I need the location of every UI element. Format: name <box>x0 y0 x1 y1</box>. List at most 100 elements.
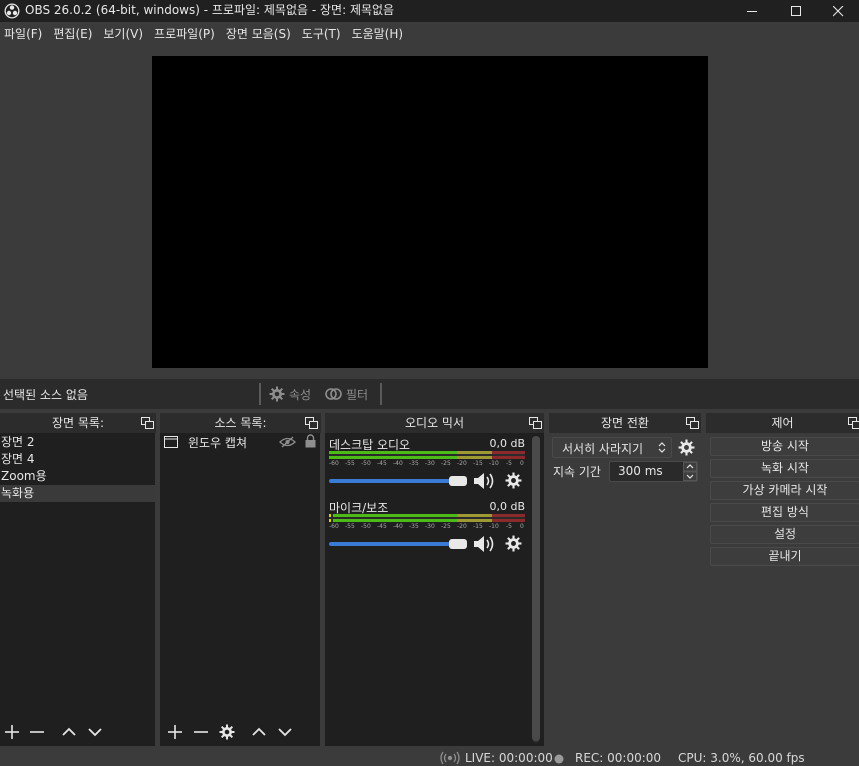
source-properties-button[interactable] <box>216 721 238 743</box>
gear-icon[interactable] <box>505 535 522 552</box>
meter-peak <box>329 519 331 522</box>
mixer-title: 오디오 믹서 <box>404 416 464 430</box>
scale-tick: -5 <box>506 523 512 530</box>
volume-slider-handle[interactable] <box>449 539 467 549</box>
remove-scene-button[interactable] <box>26 721 48 743</box>
exit-button[interactable]: 끝내기 <box>710 547 859 566</box>
menu-view[interactable]: 보기(V) <box>99 22 150 46</box>
move-source-up-button[interactable] <box>248 721 270 743</box>
gear-icon[interactable] <box>505 472 522 489</box>
sources-title: 소스 목록: <box>214 416 267 430</box>
cpu-status: CPU: 3.0%, 60.00 fps <box>678 751 805 765</box>
settings-button[interactable]: 설정 <box>710 525 859 544</box>
chevron-up-icon <box>252 727 266 736</box>
scale-tick: -50 <box>361 460 371 467</box>
move-source-down-button[interactable] <box>274 721 296 743</box>
scale-tick: -25 <box>441 460 451 467</box>
lock-icon[interactable] <box>305 434 316 448</box>
menu-file[interactable]: 파일(F) <box>0 22 49 46</box>
transition-select[interactable]: 서서히 사라지기 <box>552 437 672 458</box>
plus-icon <box>168 725 182 739</box>
meter-green <box>329 456 457 459</box>
meter-peak <box>329 514 331 517</box>
mixer-dock-title: 오디오 믹서 <box>325 413 544 433</box>
sources-list <box>160 433 320 719</box>
scale-tick: -40 <box>393 460 403 467</box>
volume-slider-track[interactable] <box>329 542 467 546</box>
float-dock-icon[interactable] <box>141 417 154 429</box>
scale-tick: -20 <box>457 523 467 530</box>
meter-yellow <box>457 519 492 522</box>
context-separator <box>259 383 261 405</box>
add-source-button[interactable] <box>164 721 186 743</box>
channel-db: 0,0 dB <box>489 500 525 513</box>
start-recording-button[interactable]: 녹화 시작 <box>710 459 859 478</box>
rec-status: REC: 00:00:00 <box>575 751 662 765</box>
remove-source-button[interactable] <box>190 721 212 743</box>
menu-edit[interactable]: 편집(E) <box>49 22 99 46</box>
transitions-dock-title: 장면 전환 <box>549 413 701 433</box>
meter-scale: -60 -55 -50 -45 -40 -35 -30 -25 -20 -15 … <box>329 460 529 468</box>
maximize-icon <box>790 5 801 16</box>
controls-title: 제어 <box>771 416 794 430</box>
mixer-scrollbar[interactable] <box>532 436 540 743</box>
studio-mode-button[interactable]: 편집 방식 <box>710 503 859 522</box>
source-item[interactable]: 윈도우 캡쳐 <box>160 433 320 451</box>
scale-tick: -35 <box>409 523 419 530</box>
duration-spinbox[interactable]: 300 ms <box>609 461 698 482</box>
filters-button[interactable]: 필터 <box>325 384 368 404</box>
speaker-icon[interactable] <box>473 535 497 553</box>
mixer-scrollbar-thumb[interactable] <box>532 436 540 741</box>
float-dock-icon[interactable] <box>305 417 318 429</box>
source-label: 윈도우 캡쳐 <box>188 436 248 450</box>
obs-logo-icon <box>4 3 20 19</box>
scale-tick: 0 <box>520 523 524 530</box>
gear-icon <box>269 386 285 402</box>
transition-selected: 서서히 사라지기 <box>562 442 644 456</box>
scale-tick: 0 <box>520 460 524 467</box>
scene-item[interactable]: Zoom용 <box>0 468 155 485</box>
transitions-title: 장면 전환 <box>601 416 649 430</box>
properties-button[interactable]: 속성 <box>269 384 311 404</box>
eye-hidden-icon[interactable] <box>279 436 296 448</box>
chevron-up-icon <box>62 727 76 736</box>
broadcast-icon <box>440 751 460 765</box>
gear-icon[interactable] <box>678 439 695 456</box>
volume-meter <box>329 451 525 459</box>
scale-tick: -60 <box>329 460 339 467</box>
menu-scene-collection[interactable]: 장면 모음(S) <box>222 22 298 46</box>
volume-meter <box>329 514 525 522</box>
context-separator <box>380 383 382 405</box>
float-dock-icon[interactable] <box>529 417 542 429</box>
maximize-button[interactable] <box>774 0 818 22</box>
volume-slider-handle[interactable] <box>449 476 467 486</box>
scale-tick: -40 <box>393 523 403 530</box>
scene-item-selected[interactable]: 녹화용 <box>0 485 155 502</box>
duration-value: 300 ms <box>618 464 663 478</box>
minimize-button[interactable] <box>730 0 774 22</box>
volume-slider-track[interactable] <box>329 479 467 483</box>
preview-canvas[interactable] <box>152 56 708 368</box>
add-scene-button[interactable] <box>1 721 23 743</box>
close-button[interactable] <box>818 0 859 22</box>
start-streaming-button[interactable]: 방송 시작 <box>710 437 859 456</box>
close-icon <box>833 5 844 16</box>
start-virtual-camera-button[interactable]: 가상 카메라 시작 <box>710 481 859 500</box>
properties-label: 속성 <box>289 387 312 402</box>
scale-tick: -10 <box>489 523 499 530</box>
live-status: LIVE: 00:00:00 <box>465 751 553 765</box>
float-dock-icon[interactable] <box>686 417 699 429</box>
move-scene-up-button[interactable] <box>58 721 80 743</box>
scale-tick: -20 <box>457 460 467 467</box>
menu-tools[interactable]: 도구(T) <box>298 22 348 46</box>
speaker-icon[interactable] <box>473 472 497 490</box>
float-dock-icon[interactable] <box>848 417 859 429</box>
meter-red <box>492 519 525 522</box>
scene-item[interactable]: 장면 2 <box>0 434 155 451</box>
menu-help[interactable]: 도움말(H) <box>348 22 411 46</box>
scene-item[interactable]: 장면 4 <box>0 451 155 468</box>
scale-tick: -45 <box>377 523 387 530</box>
menu-profile[interactable]: 프로파일(P) <box>150 22 222 46</box>
move-scene-down-button[interactable] <box>84 721 106 743</box>
spin-arrows-icon[interactable] <box>683 462 697 481</box>
